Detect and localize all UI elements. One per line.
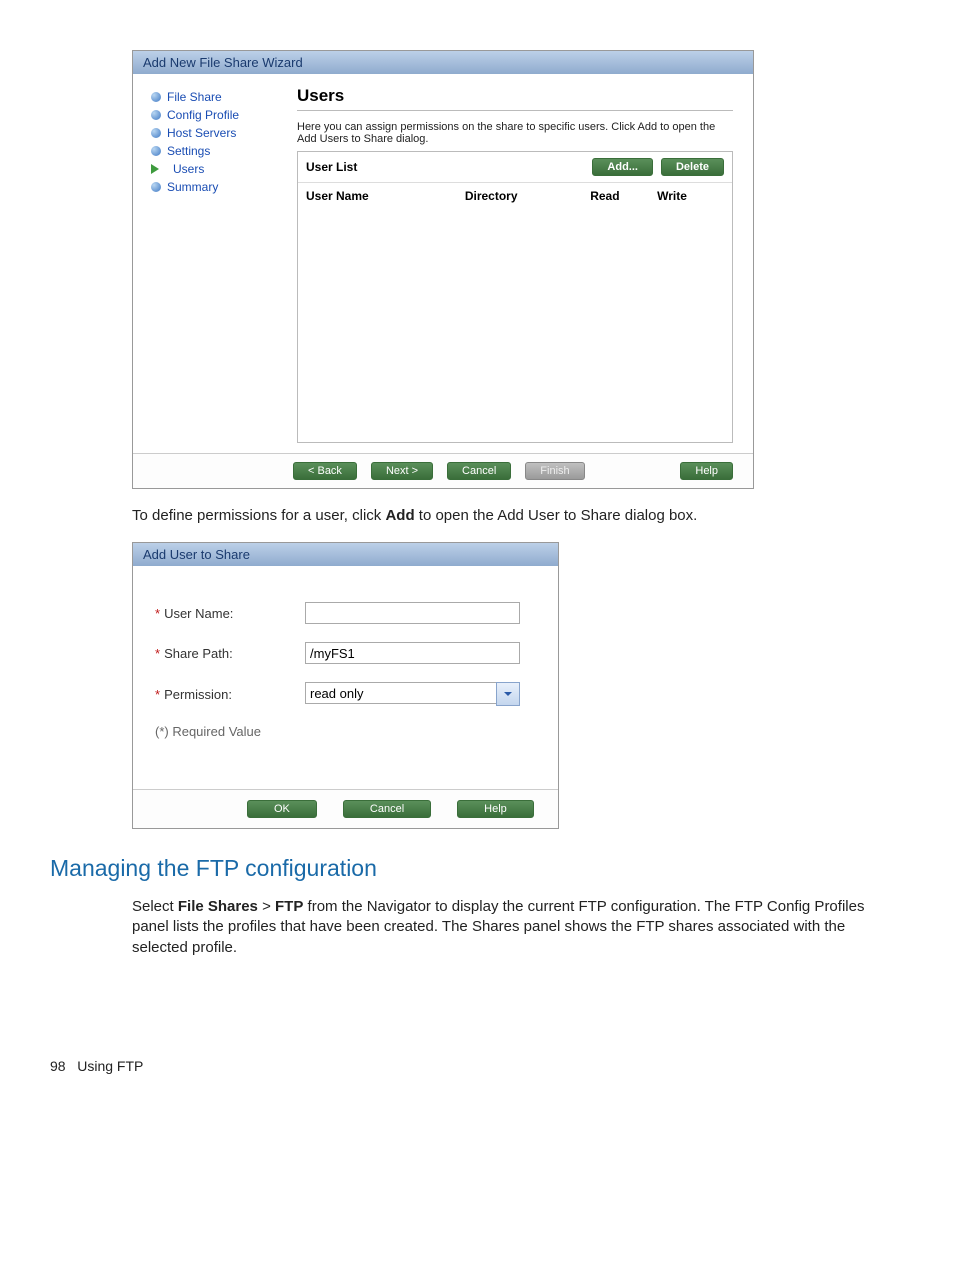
- step-host-servers[interactable]: Host Servers: [151, 124, 291, 142]
- step-bullet-icon: [151, 92, 161, 102]
- step-settings[interactable]: Settings: [151, 142, 291, 160]
- user-name-label: User Name:: [164, 606, 233, 621]
- user-list-title: User List: [306, 160, 584, 174]
- permission-value[interactable]: [305, 682, 496, 704]
- add-button[interactable]: Add...: [592, 158, 653, 176]
- required-asterisk-icon: *: [155, 606, 160, 621]
- step-bullet-icon: [151, 110, 161, 120]
- cancel-button[interactable]: Cancel: [447, 462, 511, 480]
- step-file-share[interactable]: File Share: [151, 88, 291, 106]
- required-asterisk-icon: *: [155, 687, 160, 702]
- step-bullet-icon: [151, 182, 161, 192]
- page-footer-label: Using FTP: [77, 1058, 143, 1074]
- section-paragraph: Select File Shares > FTP from the Naviga…: [132, 897, 894, 958]
- wizard-steps-sidebar: File Share Config Profile Host Servers S…: [133, 74, 297, 453]
- required-note: (*) Required Value: [155, 724, 536, 739]
- col-read: Read: [590, 189, 657, 203]
- step-active-arrow-icon: [151, 164, 167, 174]
- col-user-name: User Name: [306, 189, 465, 203]
- user-list-header-row: User Name Directory Read Write: [298, 182, 732, 209]
- finish-button: Finish: [525, 462, 584, 480]
- permission-label: Permission:: [164, 687, 232, 702]
- wizard-screenshot: Add New File Share Wizard File Share Con…: [132, 50, 754, 489]
- step-users[interactable]: Users: [151, 160, 291, 178]
- body-text-add-user: To define permissions for a user, click …: [132, 507, 904, 524]
- page-number: 98: [50, 1058, 66, 1074]
- back-button[interactable]: < Back: [293, 462, 357, 480]
- ok-button[interactable]: OK: [247, 800, 317, 818]
- dialog-footer: OK Cancel Help: [133, 789, 558, 828]
- step-bullet-icon: [151, 128, 161, 138]
- user-list-panel: User List Add... Delete User Name Direct…: [297, 151, 733, 443]
- page-footer: 98 Using FTP: [50, 1058, 904, 1074]
- cancel-button[interactable]: Cancel: [343, 800, 431, 818]
- share-path-label: Share Path:: [164, 646, 233, 661]
- col-directory: Directory: [465, 189, 590, 203]
- help-button[interactable]: Help: [457, 800, 534, 818]
- step-summary[interactable]: Summary: [151, 178, 291, 196]
- step-bullet-icon: [151, 146, 161, 156]
- step-config-profile[interactable]: Config Profile: [151, 106, 291, 124]
- next-button[interactable]: Next >: [371, 462, 433, 480]
- permission-select[interactable]: [305, 682, 520, 706]
- user-name-input[interactable]: [305, 602, 520, 624]
- users-heading: Users: [297, 86, 733, 111]
- users-description: Here you can assign permissions on the s…: [297, 121, 733, 145]
- add-user-dialog-screenshot: Add User to Share * User Name: * Share Pat…: [132, 542, 559, 829]
- section-heading-ftp-config: Managing the FTP configuration: [50, 855, 904, 882]
- wizard-title: Add New File Share Wizard: [133, 51, 753, 74]
- required-asterisk-icon: *: [155, 646, 160, 661]
- help-button[interactable]: Help: [680, 462, 733, 480]
- chevron-down-icon[interactable]: [496, 682, 520, 706]
- delete-button[interactable]: Delete: [661, 158, 724, 176]
- share-path-input[interactable]: [305, 642, 520, 664]
- dialog-title: Add User to Share: [133, 543, 558, 566]
- col-write: Write: [657, 189, 724, 203]
- wizard-footer: < Back Next > Cancel Finish Help: [133, 453, 753, 488]
